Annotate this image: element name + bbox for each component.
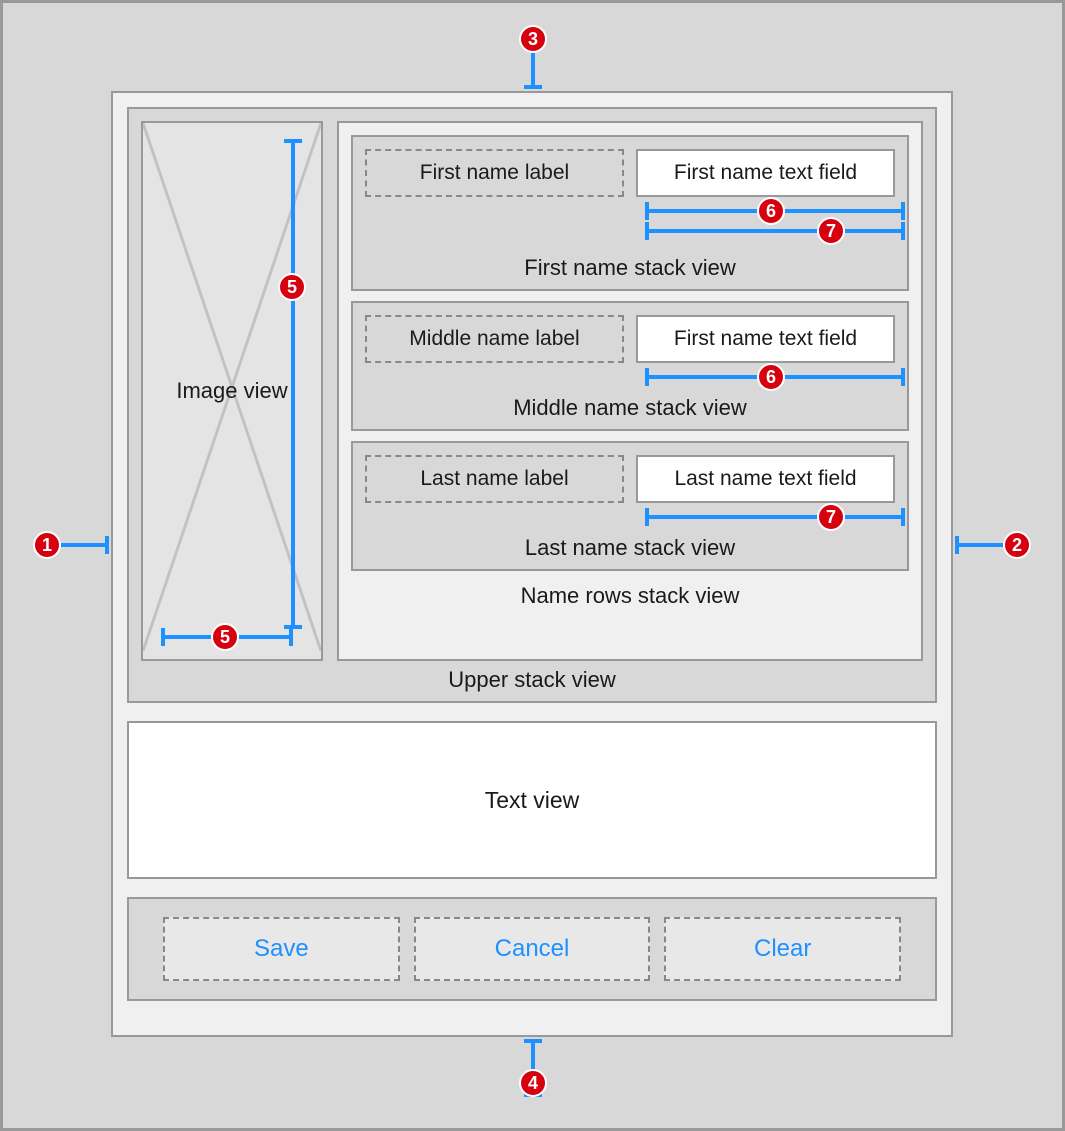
text-view[interactable]: Text view: [127, 721, 937, 879]
badge-5-v: 5: [278, 273, 306, 301]
first-name-text-field[interactable]: First name text field: [636, 149, 895, 197]
last-name-caption: Last name stack view: [365, 535, 895, 561]
middle-name-caption: Middle name stack view: [365, 395, 895, 421]
upper-stack-view: 5 5 Image view First name label First na…: [127, 107, 937, 703]
badge-4: 4: [519, 1069, 547, 1097]
text-view-label: Text view: [485, 787, 580, 814]
name-rows-caption: Name rows stack view: [351, 583, 909, 609]
badge-6b: 6: [757, 363, 785, 391]
constraint-7b: [645, 515, 905, 519]
badge-3: 3: [519, 25, 547, 53]
first-name-label: First name label: [365, 149, 624, 197]
badge-5-h: 5: [211, 623, 239, 651]
constraint-7a: [645, 229, 905, 233]
middle-name-stack-view: Middle name label First name text field …: [351, 301, 909, 431]
last-name-text-field[interactable]: Last name text field: [636, 455, 895, 503]
badge-1: 1: [33, 531, 61, 559]
badge-7b: 7: [817, 503, 845, 531]
first-name-stack-view: First name label First name text field 6…: [351, 135, 909, 291]
middle-name-label: Middle name label: [365, 315, 624, 363]
root-view: 1 2 3 4 5 5 Image view: [0, 0, 1065, 1131]
upper-stack-caption: Upper stack view: [141, 667, 923, 693]
last-name-label: Last name label: [365, 455, 624, 503]
image-view: 5 5 Image view: [141, 121, 323, 661]
outer-stack-view: 5 5 Image view First name label First na…: [111, 91, 953, 1037]
image-view-label: Image view: [143, 378, 321, 404]
middle-name-text-field[interactable]: First name text field: [636, 315, 895, 363]
clear-button[interactable]: Clear: [664, 917, 901, 981]
cancel-button[interactable]: Cancel: [414, 917, 651, 981]
badge-2: 2: [1003, 531, 1031, 559]
last-name-stack-view: Last name label Last name text field 7 L…: [351, 441, 909, 571]
button-stack-view: Save Cancel Clear: [127, 897, 937, 1001]
badge-6a: 6: [757, 197, 785, 225]
name-rows-stack-view: First name label First name text field 6…: [337, 121, 923, 661]
badge-7a: 7: [817, 217, 845, 245]
first-name-caption: First name stack view: [365, 255, 895, 281]
save-button[interactable]: Save: [163, 917, 400, 981]
